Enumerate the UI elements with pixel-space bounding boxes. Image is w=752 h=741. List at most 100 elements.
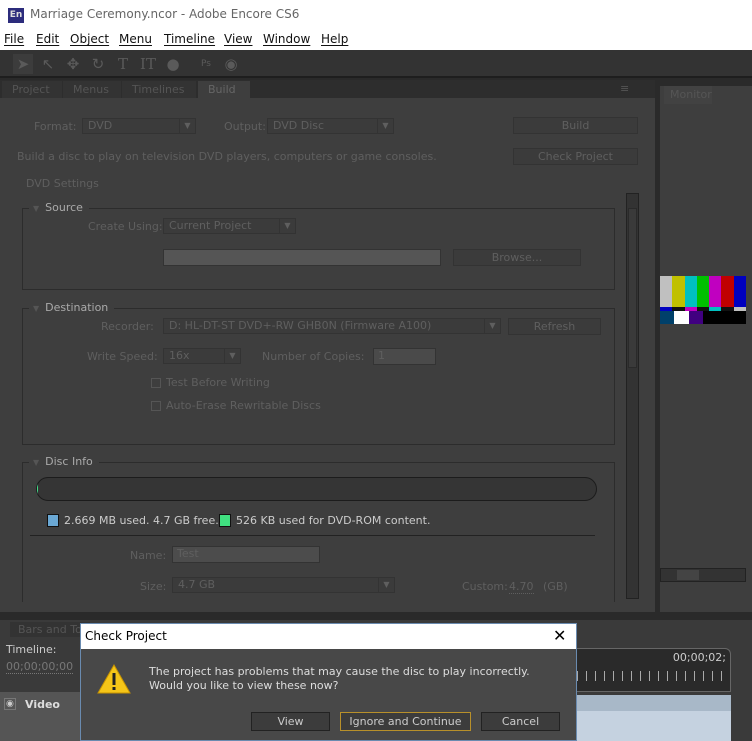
disc-preview-icon[interactable]: ◉ xyxy=(221,54,241,74)
menu-bar: File Edit Object Menu Timeline View Wind… xyxy=(0,30,752,50)
color-bars-preview xyxy=(660,276,746,324)
video-track-label: Video xyxy=(25,698,60,711)
video-track-header: ◉ Video xyxy=(0,692,80,741)
output-label: Output: xyxy=(224,120,266,133)
copies-input[interactable]: 1 xyxy=(373,348,436,365)
menu-help[interactable]: Help xyxy=(321,32,348,46)
source-path-input[interactable] xyxy=(163,249,441,266)
disc-info-title[interactable]: ▼ Disc Info xyxy=(29,455,99,468)
tab-bars-and-tone[interactable]: Bars and To xyxy=(10,622,90,637)
build-button[interactable]: Build xyxy=(513,117,638,134)
photoshop-icon[interactable]: Ps xyxy=(196,54,216,74)
window-title: Marriage Ceremony.ncor - Adobe Encore CS… xyxy=(30,7,300,21)
output-dropdown[interactable]: DVD Disc ▼ xyxy=(267,118,394,134)
custom-size-value[interactable]: 4.70 xyxy=(509,580,534,594)
refresh-button[interactable]: Refresh xyxy=(508,318,601,335)
destination-title-text: Destination xyxy=(45,301,109,314)
dialog-title: Check Project xyxy=(85,629,167,643)
recorder-dropdown[interactable]: D: HL-DT-ST DVD+-RW GHB0N (Firmware A100… xyxy=(163,318,501,334)
tab-build[interactable]: Build xyxy=(198,81,250,98)
size-label: Size: xyxy=(140,580,167,593)
disc-usage-fill xyxy=(37,478,38,500)
toolbar: ➤ ↖ ✥ ↻ T IT ● Ps ◉ xyxy=(0,50,752,78)
text-tool-icon[interactable]: T xyxy=(113,54,133,74)
scrollbar-thumb[interactable] xyxy=(677,570,699,580)
disc-info-group: ▼ Disc Info 2.669 MB used. 4.7 GB free. 5… xyxy=(22,455,615,602)
menu-timeline[interactable]: Timeline xyxy=(164,32,215,46)
view-button[interactable]: View xyxy=(251,712,330,731)
ignore-and-continue-button[interactable]: Ignore and Continue xyxy=(340,712,471,731)
chevron-down-icon: ▼ xyxy=(179,119,195,133)
rom-legend-swatch xyxy=(219,514,231,527)
create-using-label: Create Using: xyxy=(88,220,163,233)
write-speed-value: 16x xyxy=(169,349,190,362)
destination-title[interactable]: ▼ Destination xyxy=(29,301,115,314)
check-project-dialog: Check Project ✕ The project has problems… xyxy=(80,623,577,741)
test-before-writing-checkbox[interactable] xyxy=(151,378,161,388)
eye-icon[interactable]: ◉ xyxy=(4,698,16,710)
auto-erase-checkbox[interactable] xyxy=(151,401,161,411)
dialog-message: The project has problems that may cause … xyxy=(149,665,530,692)
end-timecode: 00;00;02; xyxy=(672,651,726,664)
copies-label: Number of Copies: xyxy=(262,350,365,363)
direct-select-tool-icon[interactable]: ↖ xyxy=(38,54,58,74)
check-project-button[interactable]: Check Project xyxy=(513,148,638,165)
time-ruler[interactable]: 00;00;02; xyxy=(576,648,731,692)
chevron-down-icon: ▼ xyxy=(378,578,394,592)
menu-window[interactable]: Window xyxy=(263,32,310,46)
test-before-writing-label: Test Before Writing xyxy=(166,376,270,389)
create-using-value: Current Project xyxy=(169,219,252,232)
build-description: Build a disc to play on television DVD p… xyxy=(17,150,437,163)
disc-usage-bar xyxy=(36,477,597,501)
cancel-button[interactable]: Cancel xyxy=(481,712,560,731)
tab-project[interactable]: Project xyxy=(2,81,62,98)
panel-menu-icon[interactable]: ≡ xyxy=(620,82,629,95)
menu-file[interactable]: File xyxy=(4,32,24,46)
divider xyxy=(30,535,595,536)
monitor-panel: Monitor xyxy=(658,86,752,612)
format-value: DVD xyxy=(88,119,113,132)
chevron-down-icon: ▼ xyxy=(224,349,240,363)
move-tool-icon[interactable]: ✥ xyxy=(63,54,83,74)
tab-timelines[interactable]: Timelines xyxy=(122,81,196,98)
vertical-text-tool-icon[interactable]: IT xyxy=(138,54,158,74)
rotate-tool-icon[interactable]: ↻ xyxy=(88,54,108,74)
source-group: ▼ Source Create Using: Current Project ▼ B… xyxy=(22,201,615,290)
dvd-settings-heading: DVD Settings xyxy=(26,177,99,190)
menu-edit[interactable]: Edit xyxy=(36,32,59,46)
browse-button[interactable]: Browse... xyxy=(453,249,581,266)
tab-menus[interactable]: Menus xyxy=(63,81,121,98)
panel-tabs: Project Menus Timelines Build ≡ xyxy=(0,80,655,98)
create-using-dropdown[interactable]: Current Project ▼ xyxy=(163,218,296,234)
menu-menu[interactable]: Menu xyxy=(119,32,152,46)
write-speed-dropdown[interactable]: 16x ▼ xyxy=(163,348,241,364)
output-value: DVD Disc xyxy=(273,119,325,132)
chevron-down-icon: ▼ xyxy=(279,219,295,233)
app-icon: En xyxy=(8,8,24,23)
custom-label: Custom: xyxy=(462,580,508,593)
monitor-horizontal-scrollbar[interactable] xyxy=(660,568,746,582)
used-space-text: 2.669 MB used. 4.7 GB free. xyxy=(64,514,219,527)
disc-name-input[interactable]: Test xyxy=(172,546,320,563)
disc-info-title-text: Disc Info xyxy=(45,455,93,468)
warning-icon xyxy=(97,663,131,694)
source-title-text: Source xyxy=(45,201,83,214)
format-dropdown[interactable]: DVD ▼ xyxy=(82,118,196,134)
source-title[interactable]: ▼ Source xyxy=(29,201,89,214)
name-label: Name: xyxy=(130,549,167,562)
menu-view[interactable]: View xyxy=(224,32,252,46)
selection-tool-icon[interactable]: ➤ xyxy=(13,54,33,74)
zoom-tool-icon[interactable]: ● xyxy=(163,54,183,74)
video-track-clip[interactable] xyxy=(576,695,731,741)
scrollbar-thumb[interactable] xyxy=(628,208,637,368)
rom-content-text: 526 KB used for DVD-ROM content. xyxy=(236,514,431,527)
dialog-title-bar: Check Project ✕ xyxy=(81,624,576,649)
disc-size-dropdown[interactable]: 4.7 GB ▼ xyxy=(172,577,395,593)
menu-object[interactable]: Object xyxy=(70,32,109,46)
destination-group: ▼ Destination Recorder: D: HL-DT-ST DVD+-… xyxy=(22,301,615,445)
scrollbar[interactable] xyxy=(626,193,639,599)
chevron-down-icon: ▼ xyxy=(484,319,500,333)
tab-monitor[interactable]: Monitor xyxy=(664,86,712,104)
close-icon[interactable]: ✕ xyxy=(553,626,566,645)
current-timecode[interactable]: 00;00;00;00 xyxy=(6,660,74,674)
